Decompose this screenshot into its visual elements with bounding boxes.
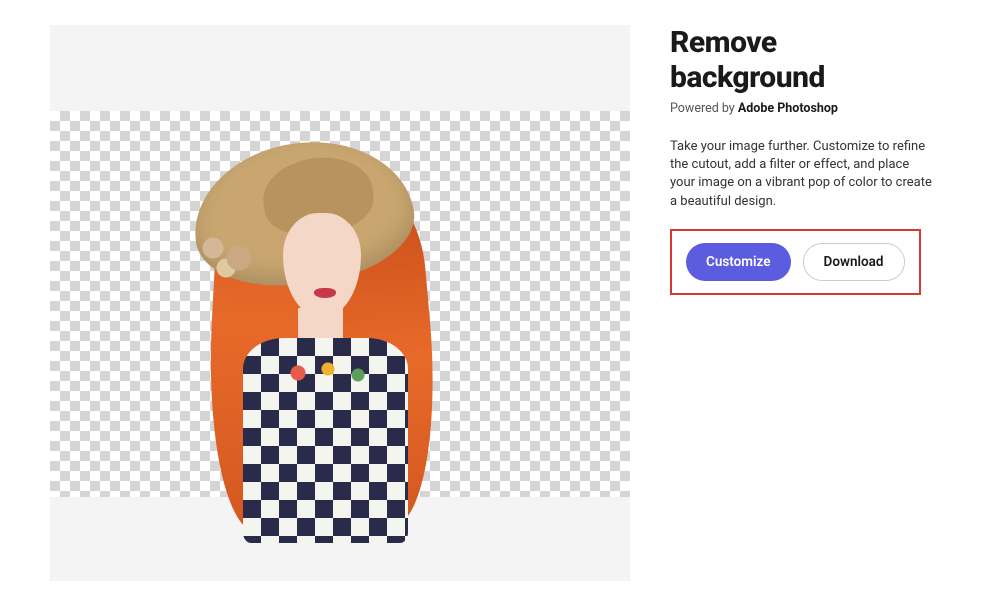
customize-button[interactable]: Customize	[686, 243, 791, 281]
subject-dress-floral	[278, 353, 378, 393]
subject-hat-flowers	[200, 233, 265, 283]
powered-by-product: Adobe Photoshop	[738, 101, 838, 116]
powered-by-prefix: Powered by	[670, 101, 738, 116]
powered-by-line: Powered by Adobe Photoshop	[670, 101, 933, 116]
subject-lips	[314, 288, 336, 298]
page-title: Remove background	[670, 25, 933, 95]
action-buttons-highlight: Customize Download	[670, 229, 921, 295]
cutout-subject	[218, 143, 463, 539]
app-container: Remove background Powered by Adobe Photo…	[0, 0, 983, 606]
image-preview-panel	[50, 25, 630, 581]
description-text: Take your image further. Customize to re…	[670, 138, 933, 211]
download-button[interactable]: Download	[803, 243, 905, 281]
sidebar: Remove background Powered by Adobe Photo…	[670, 25, 933, 581]
